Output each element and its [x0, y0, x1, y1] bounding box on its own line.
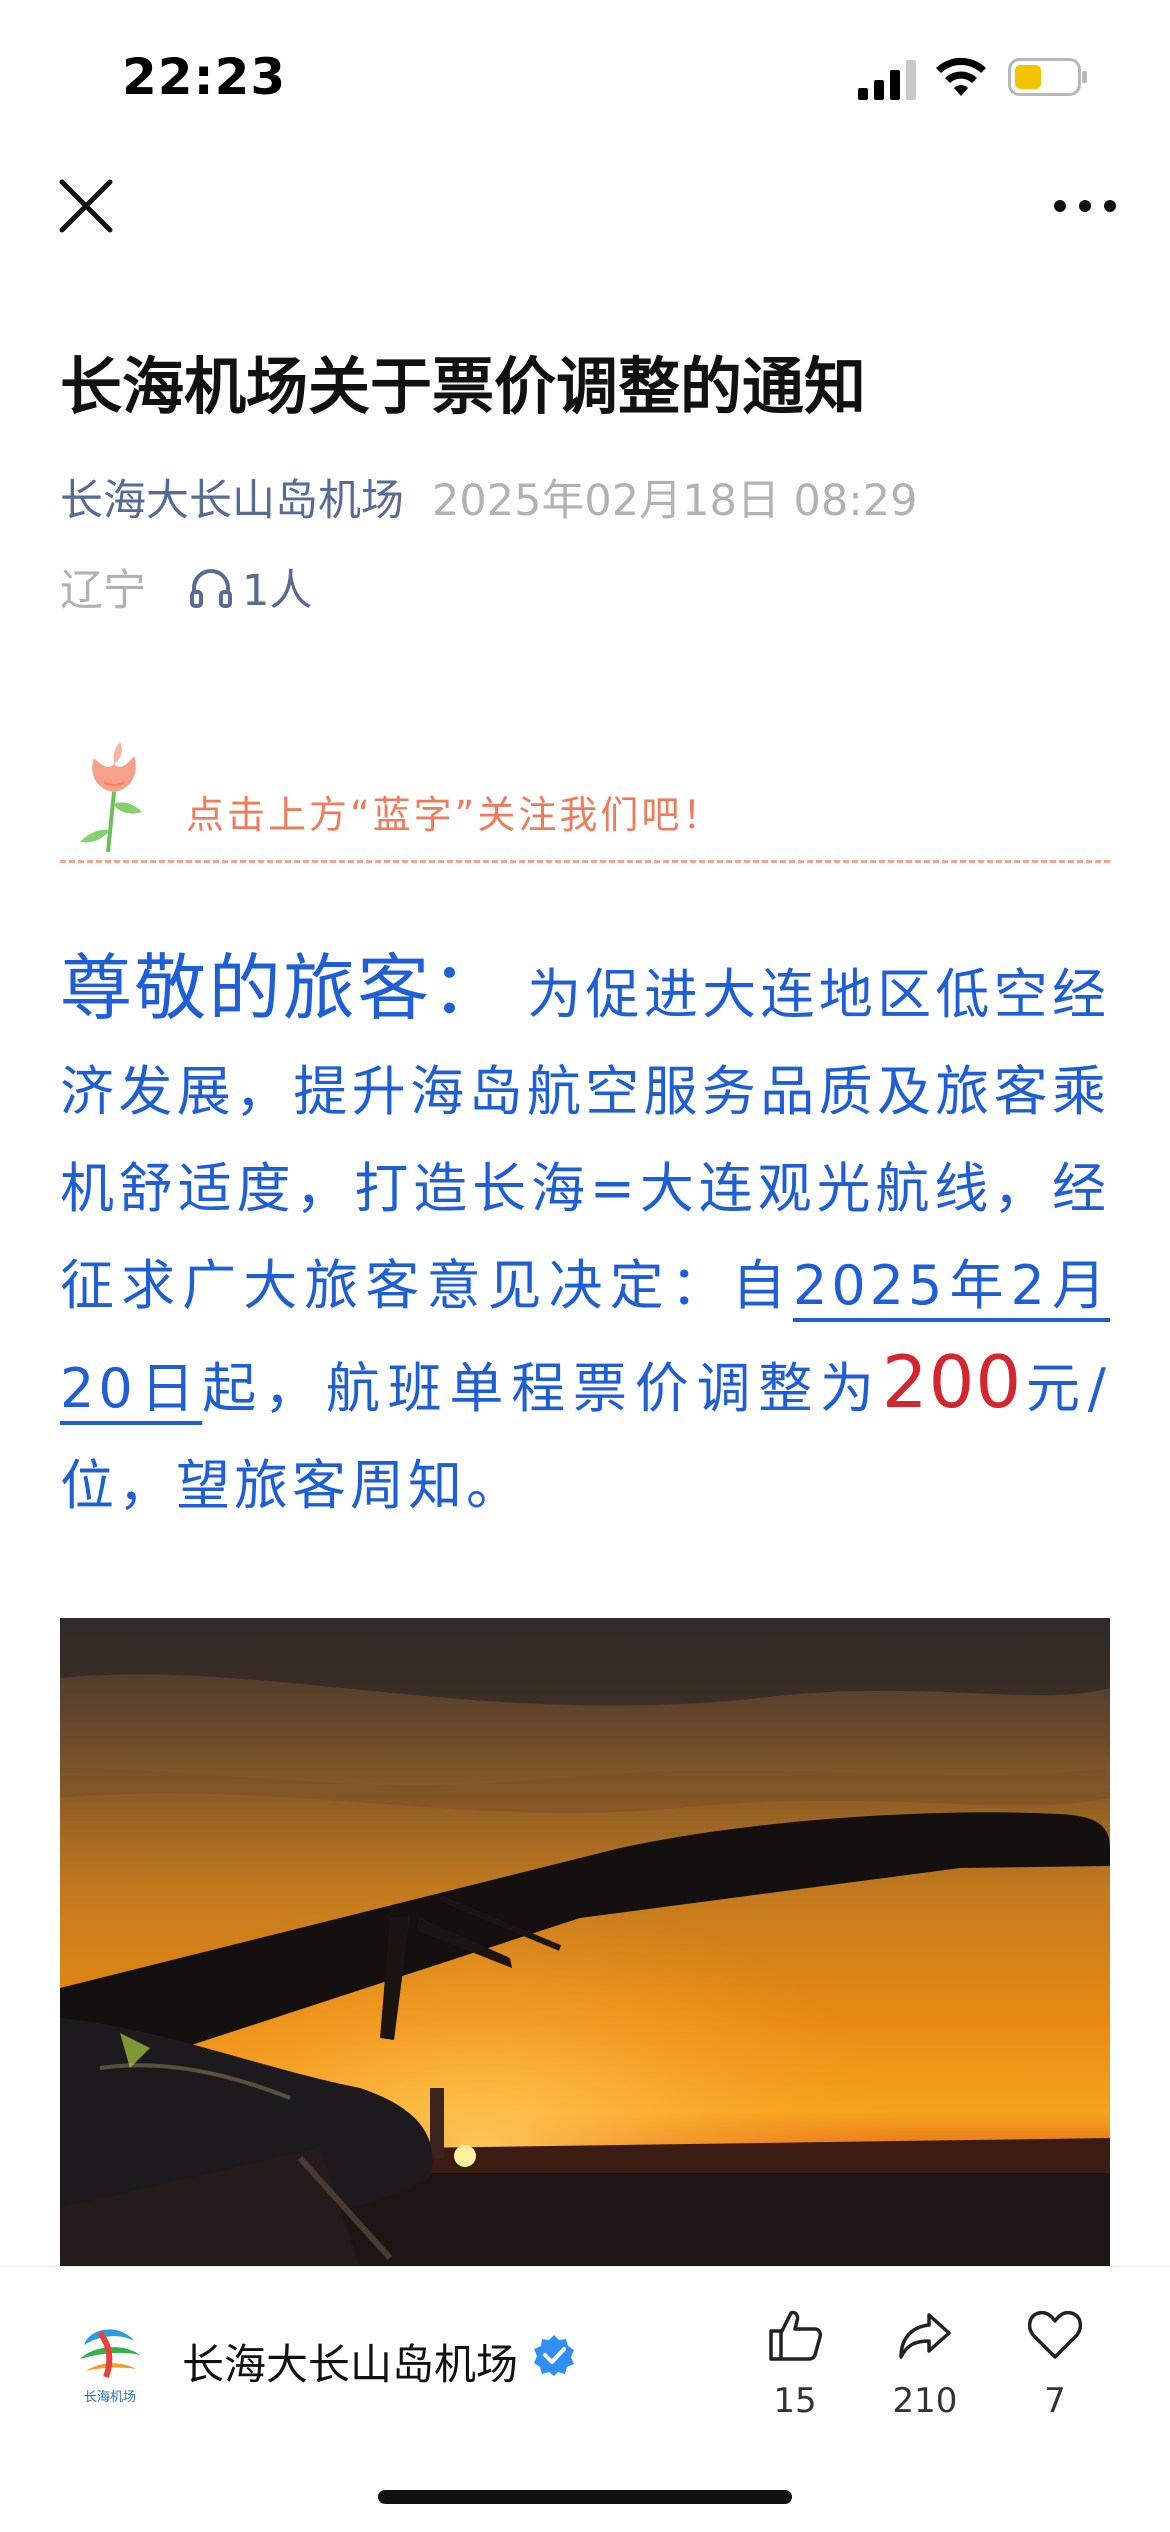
publish-date: 2025年02月18日 08:29: [432, 476, 918, 526]
battery-icon: [1008, 58, 1087, 96]
like-count: 15: [773, 2381, 817, 2421]
follow-prompt: 点击上方“蓝字”关注我们吧！: [186, 793, 724, 837]
close-icon[interactable]: [56, 176, 116, 236]
status-bar: 22:23: [0, 0, 1170, 150]
article-meta-secondary: 辽宁 1人: [60, 556, 312, 618]
author-link[interactable]: 长海大长山岛机场: [60, 476, 404, 526]
verified-badge-icon: [534, 2335, 574, 2376]
divider: [60, 860, 1110, 863]
favorite-button[interactable]: 7: [1010, 2305, 1100, 2421]
logo-caption: 长海机场: [84, 2390, 136, 2405]
status-time: 22:23: [122, 48, 287, 106]
greeting: 尊敬的旅客：: [60, 946, 506, 1030]
thumbs-up-icon: [769, 2310, 822, 2361]
favorite-count: 7: [1044, 2381, 1066, 2421]
article-meta: 长海大长山岛机场 2025年02月18日 08:29: [60, 466, 917, 528]
listener-count: 1人: [242, 566, 313, 616]
more-icon[interactable]: [1050, 186, 1120, 226]
like-button[interactable]: 15: [750, 2305, 840, 2421]
flower-icon: [80, 742, 142, 853]
home-indicator[interactable]: [378, 2490, 792, 2504]
wifi-icon: [936, 57, 986, 96]
body-text-2: 起，航班单程票价调整为: [202, 1357, 882, 1420]
share-count: 210: [892, 2381, 958, 2421]
account-name[interactable]: 长海大长山岛机场: [182, 2331, 518, 2392]
heart-icon: [1027, 2310, 1083, 2359]
listen-button[interactable]: 1人: [188, 556, 312, 618]
share-button[interactable]: 210: [880, 2305, 970, 2421]
ticket-price: 200: [881, 1340, 1023, 1424]
location-label: 辽宁: [60, 566, 146, 616]
cellular-signal-icon: [858, 60, 916, 100]
share-icon: [899, 2313, 951, 2359]
sunset-aircraft-photo[interactable]: [60, 1618, 1110, 2268]
article-title: 长海机场关于票价调整的通知: [60, 350, 867, 423]
notice-body: 尊敬的旅客： 为促进大连地区低空经济发展，提升海岛航空服务品质及旅客乘机舒适度，…: [60, 940, 1110, 1534]
headphones-icon: [190, 569, 232, 608]
account-logo[interactable]: 长海机场: [70, 2315, 150, 2407]
